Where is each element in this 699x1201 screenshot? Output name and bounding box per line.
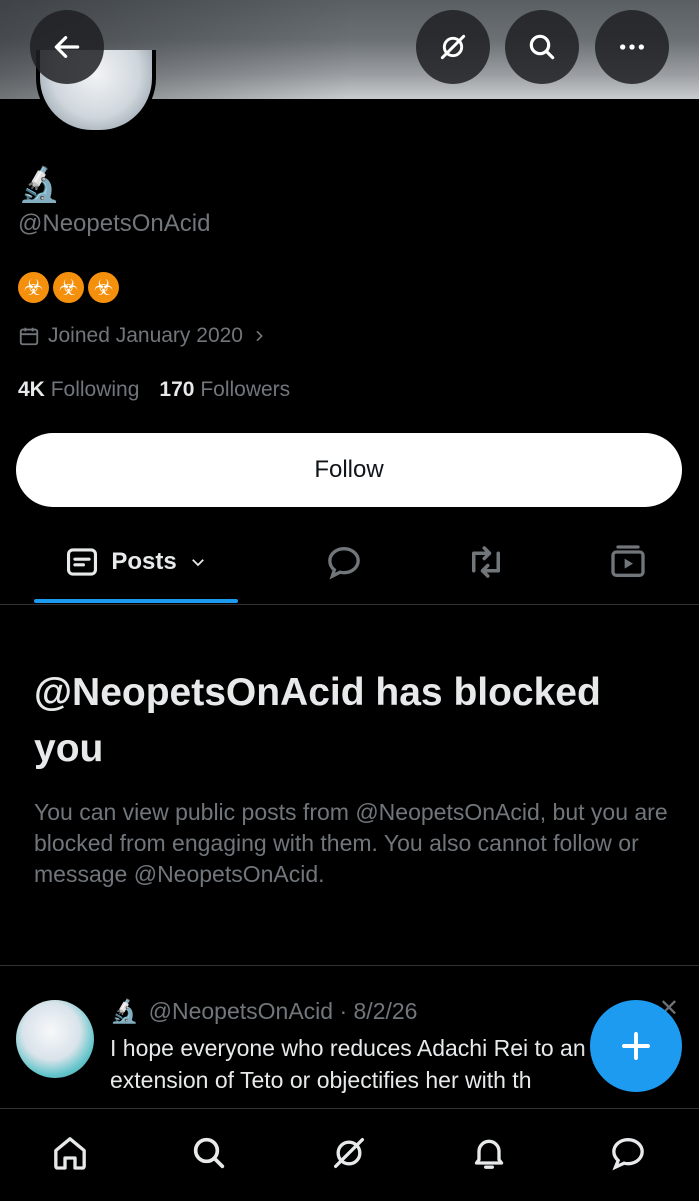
search-icon	[529, 34, 555, 60]
following-label: Following	[50, 378, 140, 401]
profile-display-name: 🔬	[18, 166, 61, 204]
more-horizontal-icon	[620, 44, 644, 50]
grok-icon	[440, 34, 466, 60]
tab-posts[interactable]: Posts	[34, 520, 238, 604]
nav-home[interactable]	[48, 1131, 92, 1175]
biohazard-icon: ☣	[18, 272, 49, 303]
back-button[interactable]	[30, 10, 104, 84]
nav-search[interactable]	[187, 1131, 231, 1175]
following-count: 4K	[18, 378, 45, 401]
search-icon	[193, 1137, 225, 1169]
tab-reposts[interactable]	[464, 520, 508, 604]
joined-text: Joined January 2020	[48, 324, 243, 347]
chevron-right-icon	[256, 330, 263, 342]
nav-notifications[interactable]	[467, 1131, 511, 1175]
followers-link[interactable]: 170 Followers	[159, 378, 290, 402]
tab-replies[interactable]	[322, 520, 366, 604]
grok-icon	[334, 1138, 364, 1168]
profile-handle: @NeopetsOnAcid	[18, 210, 211, 237]
reply-icon	[328, 546, 360, 580]
joined-date[interactable]: Joined January 2020	[18, 324, 267, 348]
bottom-nav	[0, 1108, 699, 1201]
blocked-notice: @NeopetsOnAcid has blocked you You can v…	[34, 665, 674, 890]
repost-icon	[472, 546, 500, 578]
bell-icon	[474, 1139, 504, 1169]
active-tab-indicator	[34, 599, 238, 603]
compose-button[interactable]	[590, 1000, 682, 1092]
grok-button[interactable]	[416, 10, 490, 84]
tab-posts-label: Posts	[111, 548, 177, 575]
following-link[interactable]: 4K Following	[18, 378, 139, 402]
profile-tabs: Posts	[0, 520, 699, 605]
plus-icon	[622, 1032, 650, 1060]
arrow-left-icon	[54, 36, 80, 58]
post-avatar[interactable]	[16, 1000, 94, 1078]
more-options-button[interactable]	[595, 10, 669, 84]
blocked-message: You can view public posts from @NeopetsO…	[34, 799, 668, 887]
post-text: I hope everyone who reduces Adachi Rei t…	[110, 1035, 586, 1093]
media-icon	[611, 545, 645, 577]
follow-button[interactable]: Follow	[16, 433, 682, 507]
biohazard-icon: ☣	[88, 272, 119, 303]
blocked-title: @NeopetsOnAcid has blocked you	[34, 671, 601, 770]
posts-icon	[67, 548, 98, 576]
tab-media[interactable]	[606, 520, 650, 604]
nav-messages[interactable]	[606, 1131, 650, 1175]
followers-count: 170	[159, 378, 195, 401]
chevron-down-icon	[191, 559, 204, 567]
message-icon	[612, 1137, 644, 1171]
post-handle-date: @NeopetsOnAcid · 8/2/26	[148, 998, 418, 1024]
nav-grok[interactable]	[327, 1131, 371, 1175]
home-icon	[54, 1137, 86, 1170]
search-button[interactable]	[505, 10, 579, 84]
bio-badges: ☣ ☣ ☣	[18, 272, 119, 303]
post-header: 🔬 @NeopetsOnAcid · 8/2/26	[110, 998, 417, 1025]
followers-label: Followers	[200, 378, 291, 401]
follow-stats: 4K Following 170 Followers	[18, 378, 290, 402]
calendar-icon	[19, 327, 39, 346]
post-author-name: 🔬	[110, 998, 139, 1024]
biohazard-icon: ☣	[53, 272, 84, 303]
